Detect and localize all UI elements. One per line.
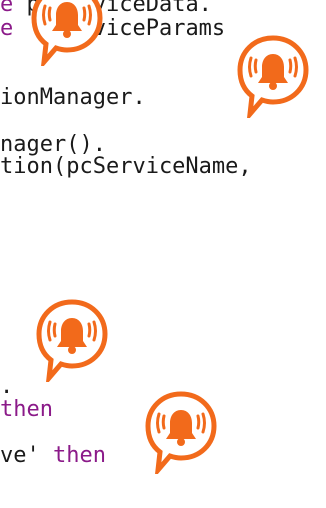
code-text: ionManager. xyxy=(0,85,146,110)
bell-notification-icon[interactable] xyxy=(236,32,310,118)
code-string: ve' xyxy=(0,443,53,468)
bell-notification-icon[interactable] xyxy=(144,388,218,474)
code-line-8: tion(pcServiceName, xyxy=(0,155,252,178)
code-line-15: . xyxy=(0,375,13,398)
code-line-16: then xyxy=(0,398,53,421)
bell-notification-icon[interactable] xyxy=(30,0,104,66)
code-keyword: e xyxy=(0,16,27,41)
code-text: tion(pcServiceName, xyxy=(0,154,252,179)
code-keyword: then xyxy=(52,443,106,468)
code-line-5: ionManager. xyxy=(0,86,146,109)
code-keyword: then xyxy=(0,397,53,422)
bell-notification-icon[interactable] xyxy=(35,296,109,382)
code-line-18: ve' then xyxy=(0,444,106,467)
code-line-7: nager(). xyxy=(0,133,106,156)
code-keyword: e xyxy=(0,0,27,17)
code-text: . xyxy=(0,374,14,399)
